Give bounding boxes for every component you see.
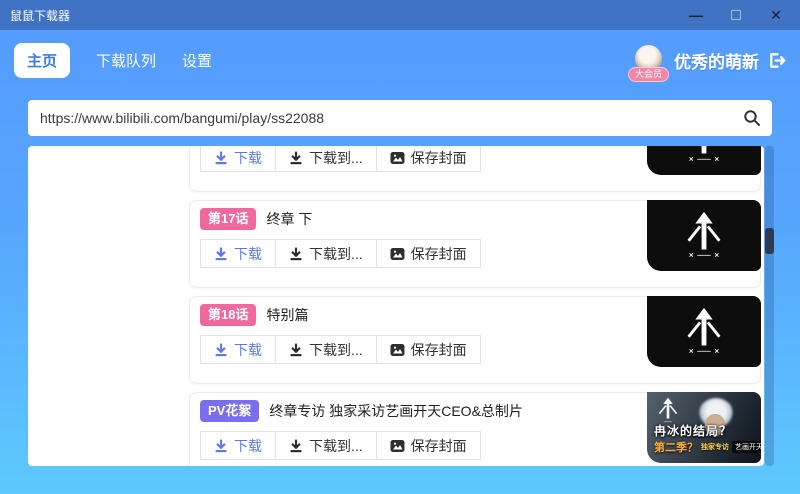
image-icon [390,439,405,453]
save-cover-button[interactable]: 保存封面 [376,336,480,363]
download-icon [214,151,228,165]
download-to-label: 下载到... [309,436,363,456]
download-button[interactable]: 下载 [201,240,275,267]
tab-download-queue[interactable]: 下载队列 [96,50,156,71]
save-cover-button[interactable]: 保存封面 [376,146,480,171]
maximize-button[interactable] [716,0,756,30]
pv-thumb-chip: 艺画开天CEO&总制片 [732,441,761,453]
search-icon [743,109,761,127]
episode-thumbnail[interactable] [647,146,761,175]
user-area: 大会员 优秀的萌新 [635,45,800,75]
up-arrow-emblem-icon [680,209,728,263]
close-icon: ✕ [770,7,782,24]
download-to-icon [289,343,303,357]
download-to-icon [289,439,303,453]
vip-badge: 大会员 [628,67,669,82]
episode-title: 特别篇 [266,305,308,325]
titlebar: 鼠鼠下载器 — ✕ [0,0,800,30]
app-title: 鼠鼠下载器 [0,7,676,24]
image-icon [390,151,405,165]
save-cover-label: 保存封面 [411,148,467,168]
save-cover-button[interactable]: 保存封面 [376,240,480,267]
download-label: 下载 [234,244,262,264]
download-icon [214,439,228,453]
download-label: 下载 [234,148,262,168]
url-bar [28,100,772,136]
download-to-button[interactable]: 下载到... [275,146,376,171]
download-to-button[interactable]: 下载到... [275,336,376,363]
download-to-label: 下载到... [309,244,363,264]
pv-thumb-line2: 第二季？ 独家专访 艺画开天CEO&总制片 [654,439,761,455]
up-arrow-emblem-icon [680,305,728,359]
episode-title: 终章 下 [266,209,312,229]
episode-thumbnail[interactable] [647,296,761,367]
download-label: 下载 [234,340,262,360]
episode-card: PV花絮 终章专访 独家采访艺画开天CEO&总制片 下载 [189,392,761,466]
avatar-wrap: 大会员 [635,45,665,75]
username: 优秀的萌新 [674,48,759,73]
download-button[interactable]: 下载 [201,432,275,459]
episode-card: 第18话 特别篇 下载 [189,296,761,384]
pv-thumb-season: 第二季？ [654,439,698,455]
pv-thumb-line1: 冉冰的结局？ [654,422,732,439]
close-button[interactable]: ✕ [756,0,796,30]
search-button[interactable] [732,100,772,136]
nav-bar: 主页 下载队列 设置 大会员 优秀的萌新 [0,30,800,90]
download-to-button[interactable]: 下载到... [275,240,376,267]
save-cover-label: 保存封面 [411,436,467,456]
tab-home[interactable]: 主页 [14,43,70,78]
episode-thumbnail[interactable] [647,200,761,271]
pv-thumbnail[interactable]: 冉冰的结局？ 第二季？ 独家专访 艺画开天CEO&总制片 [647,392,761,463]
download-to-icon [289,151,303,165]
scrollbar-track[interactable] [765,146,774,466]
episode-title: 终章专访 独家采访艺画开天CEO&总制片 [269,401,523,421]
download-button[interactable]: 下载 [201,336,275,363]
episode-card: 第17话 终章 下 下载 [189,200,761,288]
image-icon [390,247,405,261]
download-to-label: 下载到... [309,148,363,168]
app-window: 鼠鼠下载器 — ✕ 主页 下载队列 设置 大会员 优秀的萌新 [0,0,800,494]
scrollbar-thumb[interactable] [765,228,774,254]
logout-icon[interactable] [767,51,786,70]
download-to-icon [289,247,303,261]
save-cover-button[interactable]: 保存封面 [376,432,480,459]
action-button-group: 下载 下载到... [200,239,481,268]
download-button[interactable]: 下载 [201,146,275,171]
url-input[interactable] [28,110,732,126]
action-button-group: 下载 下载到... [200,146,481,172]
download-to-button[interactable]: 下载到... [275,432,376,459]
action-button-group: 下载 下载到... [200,431,481,460]
episode-badge: 第18话 [200,304,256,326]
episode-badge: 第17话 [200,208,256,230]
download-to-label: 下载到... [309,340,363,360]
minimize-button[interactable]: — [676,0,716,30]
download-icon [214,247,228,261]
up-arrow-emblem-icon [680,146,728,167]
image-icon [390,343,405,357]
episode-badge: PV花絮 [200,400,259,422]
maximize-icon [731,10,741,20]
episode-card: 下载 下载到... [189,146,761,192]
tab-settings[interactable]: 设置 [182,50,212,71]
action-button-group: 下载 下载到... [200,335,481,364]
episode-list: 下载 下载到... [28,146,764,466]
episode-panel: 下载 下载到... [28,146,764,466]
save-cover-label: 保存封面 [411,244,467,264]
download-icon [214,343,228,357]
pv-thumb-sub: 独家专访 [701,442,729,452]
save-cover-label: 保存封面 [411,340,467,360]
minimize-icon: — [689,7,703,23]
download-label: 下载 [234,436,262,456]
